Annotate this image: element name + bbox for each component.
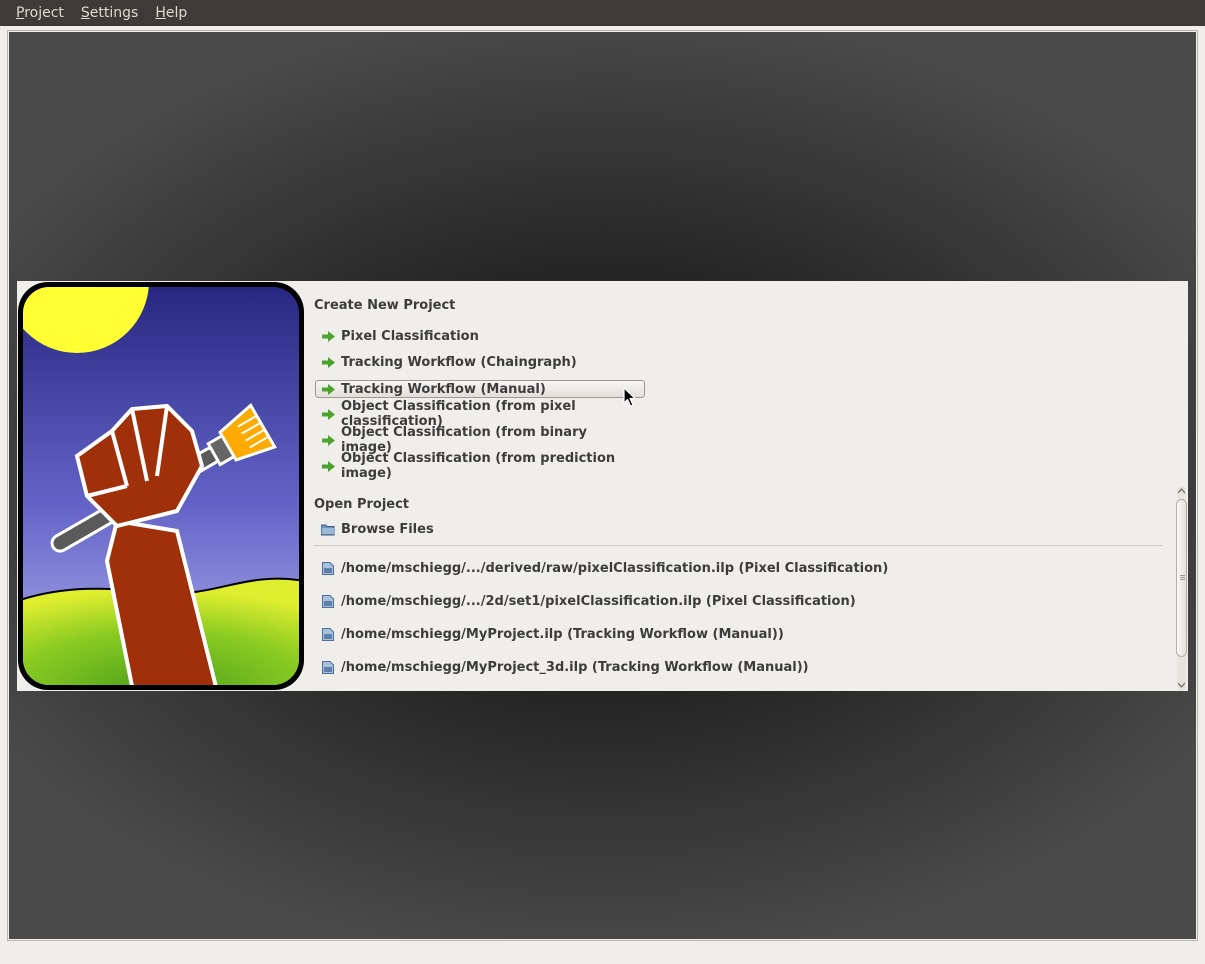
recent-project-label: /home/mschiegg/.../derived/raw/pixelClas… (341, 560, 889, 576)
project-file-icon (322, 594, 334, 608)
recent-project-item[interactable]: /home/mschiegg/MyProject.ilp (Tracking W… (315, 625, 784, 643)
green-arrow-icon (322, 356, 335, 368)
workflow-tracking-manual[interactable]: Tracking Workflow (Manual) (315, 380, 645, 398)
grip-line (1180, 575, 1185, 576)
recent-project-label: /home/mschiegg/.../2d/set1/pixelClassifi… (341, 593, 856, 609)
scroll-thumb[interactable] (1176, 499, 1187, 657)
menu-help-mnemonic: H (155, 5, 166, 21)
vertical-scrollbar[interactable] (1175, 486, 1188, 691)
workflow-object-classification-binary[interactable]: Object Classification (from binary image… (315, 425, 643, 455)
recent-project-label: /home/mschiegg/MyProject.ilp (Tracking W… (341, 626, 784, 642)
create-project-title: Create New Project (314, 298, 456, 313)
workflow-label: Pixel Classification (341, 328, 479, 344)
menu-project-mnemonic: P (16, 5, 25, 21)
workflow-pixel-classification[interactable]: Pixel Classification (315, 327, 643, 345)
startup-panel: Create New Project Pixel Classification … (17, 281, 1188, 691)
browse-files-button[interactable]: Browse Files (315, 520, 434, 538)
mouse-cursor-icon (623, 387, 636, 407)
divider (314, 545, 1163, 546)
scroll-down-arrow-icon[interactable] (1178, 682, 1185, 688)
menu-help-label: elp (165, 5, 188, 21)
green-arrow-icon (322, 460, 335, 472)
menu-help[interactable]: Help (147, 0, 196, 26)
open-project-title: Open Project (314, 497, 410, 512)
green-arrow-icon (322, 408, 335, 420)
folder-icon (321, 524, 335, 535)
workflow-object-classification-pixel[interactable]: Object Classification (from pixel classi… (315, 399, 643, 429)
recent-project-item[interactable]: /home/mschiegg/.../2d/set1/pixelClassifi… (315, 592, 856, 610)
menu-project-label: roject (24, 5, 64, 21)
menu-settings[interactable]: Settings (73, 0, 147, 26)
green-arrow-icon (322, 383, 335, 395)
browse-files-label: Browse Files (341, 521, 434, 537)
recent-project-item[interactable]: /home/mschiegg/MyProject_3d.ilp (Trackin… (315, 658, 809, 676)
workflow-object-classification-prediction[interactable]: Object Classification (from prediction i… (315, 451, 643, 481)
scroll-up-arrow-icon[interactable] (1178, 488, 1185, 494)
workflow-tracking-chaingraph[interactable]: Tracking Workflow (Chaingraph) (315, 353, 643, 371)
menu-project[interactable]: Project (8, 0, 73, 26)
ilastik-logo (18, 282, 304, 690)
grip-line (1180, 579, 1185, 580)
project-file-icon (322, 660, 334, 674)
menu-settings-mnemonic: S (80, 5, 90, 21)
green-arrow-icon (322, 330, 335, 342)
workflow-label: Object Classification (from prediction i… (341, 451, 616, 481)
workflow-label: Tracking Workflow (Manual) (341, 381, 546, 397)
recent-project-label: /home/mschiegg/MyProject_3d.ilp (Trackin… (341, 659, 809, 675)
project-file-icon (322, 561, 334, 575)
grip-line (1180, 577, 1185, 578)
status-bar (0, 942, 1205, 964)
project-file-icon (322, 627, 334, 641)
menubar: Project Settings Help (0, 0, 1205, 26)
green-arrow-icon (322, 434, 335, 446)
menu-settings-label: ettings (89, 5, 139, 21)
recent-project-item[interactable]: /home/mschiegg/.../derived/raw/pixelClas… (315, 559, 888, 577)
workflow-label: Tracking Workflow (Chaingraph) (341, 354, 577, 370)
startup-content: Create New Project Pixel Classification … (313, 281, 1168, 691)
